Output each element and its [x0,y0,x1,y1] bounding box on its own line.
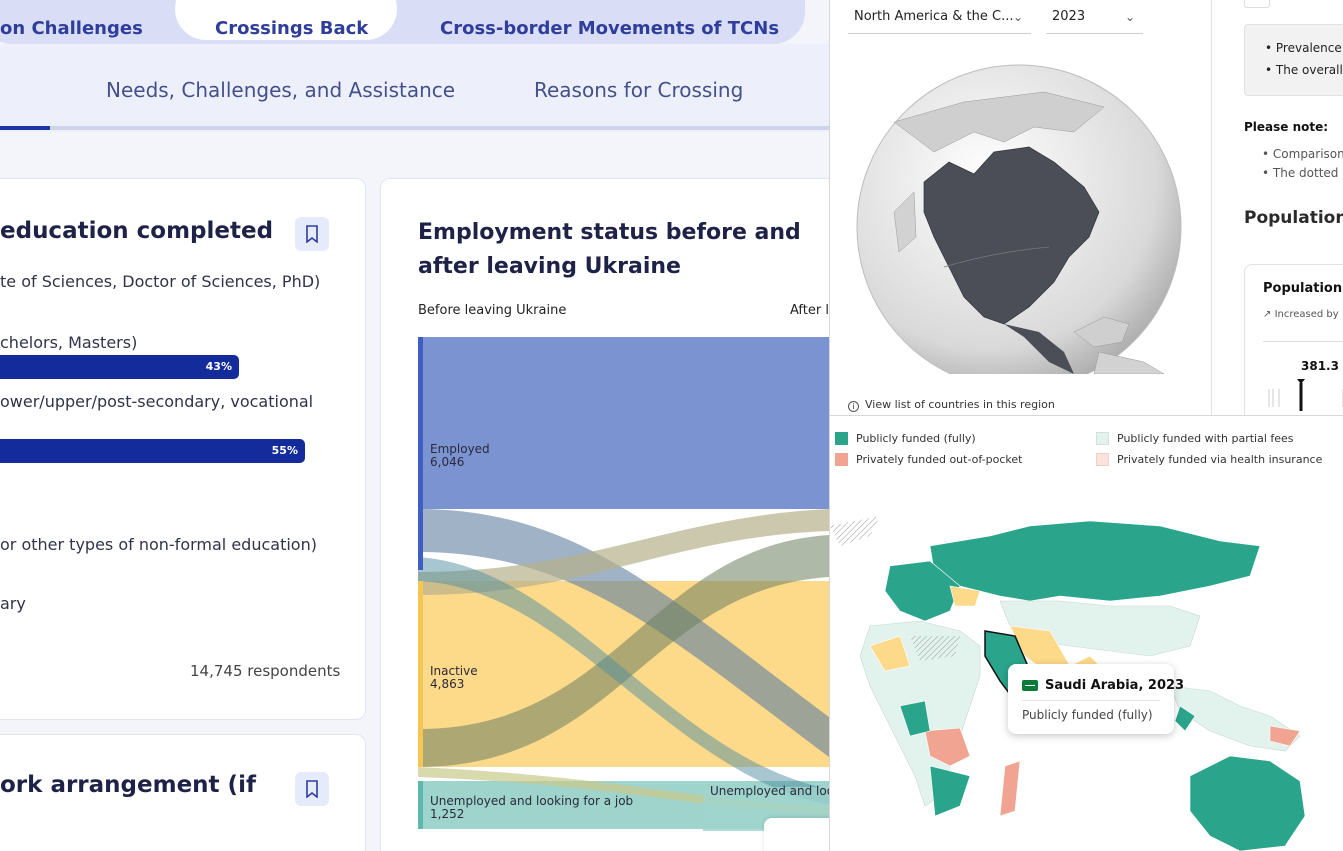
tooltip-title: Saudi Arabia, 2023 [1045,678,1185,693]
legend-item[interactable]: Publicly funded (fully) [835,432,976,445]
legend-swatch [1096,432,1109,445]
education-card-title: education completed [0,218,274,244]
bookmark-icon [306,225,318,243]
map-country-madagascar[interactable] [999,760,1021,817]
region-select[interactable]: North America & the C... ⌄ [848,0,1031,34]
after-leaving-label: After l [790,303,829,318]
work-bookmark-button[interactable] [295,772,329,806]
info-icon: i [848,401,859,412]
education-level-label: chelors, Masters) [0,333,138,352]
sub-tab-bar: Needs, Challenges, and Assistance Reason… [0,44,829,132]
education-bookmark-button[interactable] [295,217,329,251]
education-level-label: te of Sciences, Doctor of Sciences, PhD) [0,272,321,291]
employment-sankey-chart [418,337,829,831]
please-note-heading: Please note: [1244,120,1329,134]
education-bar: 55% [0,439,305,463]
year-select[interactable]: 2023 ⌄ [1046,0,1143,34]
chevron-down-icon: ⌄ [1012,10,1023,24]
population-heading: Population & [1244,208,1343,228]
chevron-down-icon: ⌄ [1124,10,1135,24]
subtab-needs-challenges[interactable]: Needs, Challenges, and Assistance [106,78,455,102]
sankey-bar-employed [418,337,423,570]
subtab-active-indicator [0,126,50,130]
population-card-title: Population c [1263,281,1343,296]
panel-divider [1211,0,1212,415]
sankey-node-label: Employed 6,046 [430,442,490,469]
note-item: • The dotted [1262,166,1339,180]
legend-swatch [835,453,848,466]
map-tooltip: Saudi Arabia, 2023 Publicly funded (full… [1008,664,1184,734]
sankey-node-label-after: Unemployed and loo [710,784,829,798]
summary-box: • Prevalence • The overall [1244,24,1343,96]
education-level-label: ary [0,594,26,613]
saudi-flag-icon [1022,680,1038,691]
map-country-australia[interactable] [1189,755,1306,851]
education-level-label: ower/upper/post-secondary, vocational [0,392,314,411]
sankey-bar-inactive [418,581,423,767]
region-explorer-panel: North America & the C... ⌄ 2023 ⌄ i View … [829,0,1343,416]
respondents-count: 14,745 respondents [190,662,341,680]
summary-bullet: • The overall [1265,63,1343,77]
education-level-label: or other types of non-formal education) [0,535,317,554]
legend-item[interactable]: Privately funded via health insurance [1096,453,1322,466]
map-region-no-data[interactable] [830,516,880,546]
tooltip-value: Publicly funded (fully) [1022,708,1153,722]
population-value: 381.3 m [1301,359,1339,373]
education-bar: 43% [0,355,239,379]
collapsed-control[interactable] [1244,0,1270,8]
sankey-node-employed-after [418,337,829,509]
divider [1263,341,1343,342]
population-card: Population c ↗ Increased by 381.3 m [1244,264,1343,415]
strip-marker-pointer [1297,379,1305,384]
subtab-reasons-for-crossing[interactable]: Reasons for Crossing [534,78,743,102]
legend-item[interactable]: Publicly funded with partial fees [1096,432,1294,445]
survey-dashboard-panel: on Challenges Crossings Back Cross-borde… [0,0,829,851]
legend-swatch [1096,453,1109,466]
sankey-node-label: Inactive 4,863 [430,664,478,691]
sankey-node-label: Unemployed and looking for a job 1,252 [430,794,634,821]
bookmark-icon [306,780,318,798]
health-funding-map-panel: Publicly funded (fully) Publicly funded … [829,416,1343,851]
legend-item[interactable]: Privately funded out-of-pocket [835,453,1022,466]
view-country-list-link[interactable]: i View list of countries in this region [848,398,1055,412]
map-country-southern-africa[interactable] [929,765,971,817]
work-arrangement-title: ork arrangement (if [0,772,256,798]
population-strip-chart [1268,379,1343,411]
summary-bullet: • Prevalence [1265,41,1342,55]
floating-panel-partial[interactable] [764,818,829,851]
map-country-russia[interactable] [929,520,1261,602]
sankey-bar-unemployed [418,781,423,829]
subtab-underline [0,126,829,130]
note-item: • Comparison [1262,147,1343,161]
population-trend: ↗ Increased by [1263,309,1339,320]
region-globe-map [856,64,1182,374]
employment-card-title: Employment status before and after leavi… [418,220,801,279]
tooltip-divider [1022,700,1160,701]
legend-swatch [835,432,848,445]
before-leaving-label: Before leaving Ukraine [418,303,567,318]
globe-south-america-land [1093,351,1165,374]
